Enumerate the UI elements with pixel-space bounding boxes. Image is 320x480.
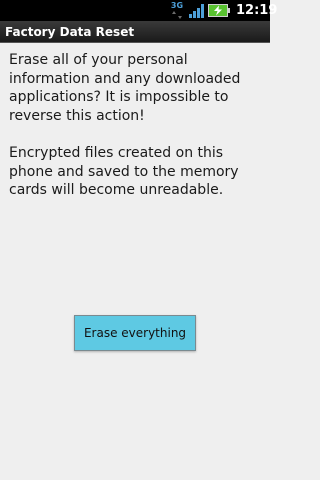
signal-strength-icon	[189, 4, 204, 18]
page-title: Factory Data Reset	[5, 25, 135, 39]
clock: 12:19	[236, 3, 278, 18]
erase-everything-button[interactable]: Erase everything	[74, 315, 196, 351]
network-type-label: 3G	[170, 1, 184, 10]
title-bar: Factory Data Reset	[0, 21, 270, 43]
warning-text: Erase all of your personal information a…	[9, 52, 241, 124]
data-activity-icon	[172, 11, 182, 19]
status-bar: 3G 12:19	[0, 0, 277, 21]
erase-button-label: Erase everything	[83, 326, 187, 340]
battery-charging-icon	[208, 4, 230, 17]
encryption-notice: Encrypted files created on this phone an…	[9, 145, 239, 198]
